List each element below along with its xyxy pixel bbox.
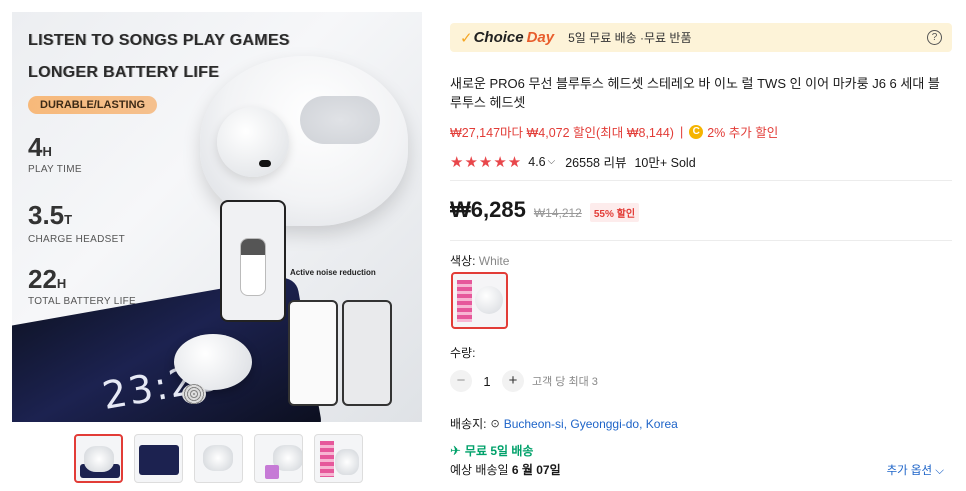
thumbnail-4[interactable] xyxy=(254,434,303,483)
sold-count: 10만+ Sold xyxy=(634,156,696,170)
stat-play-time: 4H xyxy=(28,132,52,162)
thumbnail-1[interactable] xyxy=(74,434,123,483)
thumbnail-3[interactable] xyxy=(194,434,243,483)
earbud-image xyxy=(217,107,289,177)
ship-to-row: 배송지: ⊙ Bucheon-si, Gyeonggi-do, Korea xyxy=(450,415,678,432)
coupon-text[interactable]: ₩27,147마다 ₩4,072 할인(최대 ₩8,144) xyxy=(450,122,674,141)
rating-value[interactable]: 4.6 xyxy=(528,155,545,169)
review-count[interactable]: 26558 리뷰 xyxy=(565,152,626,171)
chevron-down-icon[interactable]: ⌵ xyxy=(548,156,556,167)
coupon-separator: | xyxy=(679,124,684,139)
delivery-date: 6 월 07일 xyxy=(511,463,561,477)
stat-battery-caption: TOTAL BATTERY LIFE xyxy=(28,296,137,307)
star-rating-icon: ★★★★★ xyxy=(450,153,523,171)
quantity-stepper: − 1 + 고객 당 최대 3 xyxy=(450,370,598,392)
check-icon: ✓ xyxy=(460,29,473,47)
divider xyxy=(450,240,952,241)
quantity-value[interactable]: 1 xyxy=(472,374,502,389)
thumbnail-5[interactable] xyxy=(314,434,363,483)
choice-benefits: 5일 무료 배송 ·무료 반품 xyxy=(568,31,692,45)
choice-day-banner: ✓ Choice Day 5일 무료 배송 ·무료 반품 ? xyxy=(450,23,952,52)
thumbnail-strip xyxy=(74,434,363,483)
stat-charge: 3.5T xyxy=(28,200,73,230)
main-product-image[interactable]: 23:28 Active noise reduction LISTEN TO S… xyxy=(12,12,422,422)
stat-battery: 22H xyxy=(28,264,67,294)
more-options-link[interactable]: 추가 옵션 ⌵ xyxy=(887,462,944,478)
free-shipping-text: 무료 5일 배송 xyxy=(464,444,534,458)
product-title: 새로운 PRO6 무선 블루투스 헤드셋 스테레오 바 이노 럴 TWS 인 이… xyxy=(450,76,940,110)
extra-discount[interactable]: 2% 추가 할인 xyxy=(707,122,778,141)
day-logo: Day xyxy=(526,29,555,46)
durable-badge: DURABLE/LASTING xyxy=(28,96,158,114)
location-pin-icon: ⊙ xyxy=(490,418,500,430)
delivery-eta: 예상 배송일 6 월 07일 xyxy=(450,463,561,477)
coupon-row[interactable]: ₩27,147마다 ₩4,072 할인(최대 ₩8,144) | C 2% 추가… xyxy=(450,122,778,141)
plane-icon: ✈ xyxy=(450,442,461,458)
ship-to-location[interactable]: Bucheon-si, Gyeonggi-do, Korea xyxy=(504,417,678,431)
stat-charge-caption: CHARGE HEADSET xyxy=(28,234,125,245)
earbud-image-2 xyxy=(174,334,252,390)
thumbnail-2[interactable] xyxy=(134,434,183,483)
control-center-image xyxy=(342,300,392,406)
increase-quantity-button[interactable]: + xyxy=(502,370,524,392)
discount-badge: 55% 할인 xyxy=(589,203,640,222)
noise-reduction-label: Active noise reduction xyxy=(290,268,376,277)
quantity-limit: 고객 당 최대 3 xyxy=(532,376,598,388)
settings-panel-image xyxy=(288,300,338,406)
current-price: ₩6,285 xyxy=(450,197,526,222)
free-shipping: ✈ 무료 5일 배송 xyxy=(450,442,533,459)
color-value: White xyxy=(478,254,510,268)
overlay-subheadline: LONGER BATTERY LIFE xyxy=(28,64,220,81)
divider xyxy=(450,180,952,181)
help-icon[interactable]: ? xyxy=(927,30,942,45)
color-label: 색상: White xyxy=(450,254,510,268)
stat-play-time-caption: PLAY TIME xyxy=(28,164,82,175)
decrease-quantity-button[interactable]: − xyxy=(450,370,472,392)
rating-row: ★★★★★ 4.6 ⌵ 26558 리뷰 10만+ Sold xyxy=(450,152,696,171)
overlay-headline: LISTEN TO SONGS PLAY GAMES xyxy=(28,32,290,49)
coin-icon: C xyxy=(689,124,704,139)
original-price: ₩14,212 xyxy=(533,206,582,220)
ship-to-label: 배송지: xyxy=(450,417,487,431)
color-swatch-white[interactable] xyxy=(451,272,508,329)
choice-logo: Choice xyxy=(473,29,524,46)
quantity-label: 수량: xyxy=(450,346,476,360)
price-row: ₩6,285 ₩14,212 55% 할인 xyxy=(450,197,640,223)
